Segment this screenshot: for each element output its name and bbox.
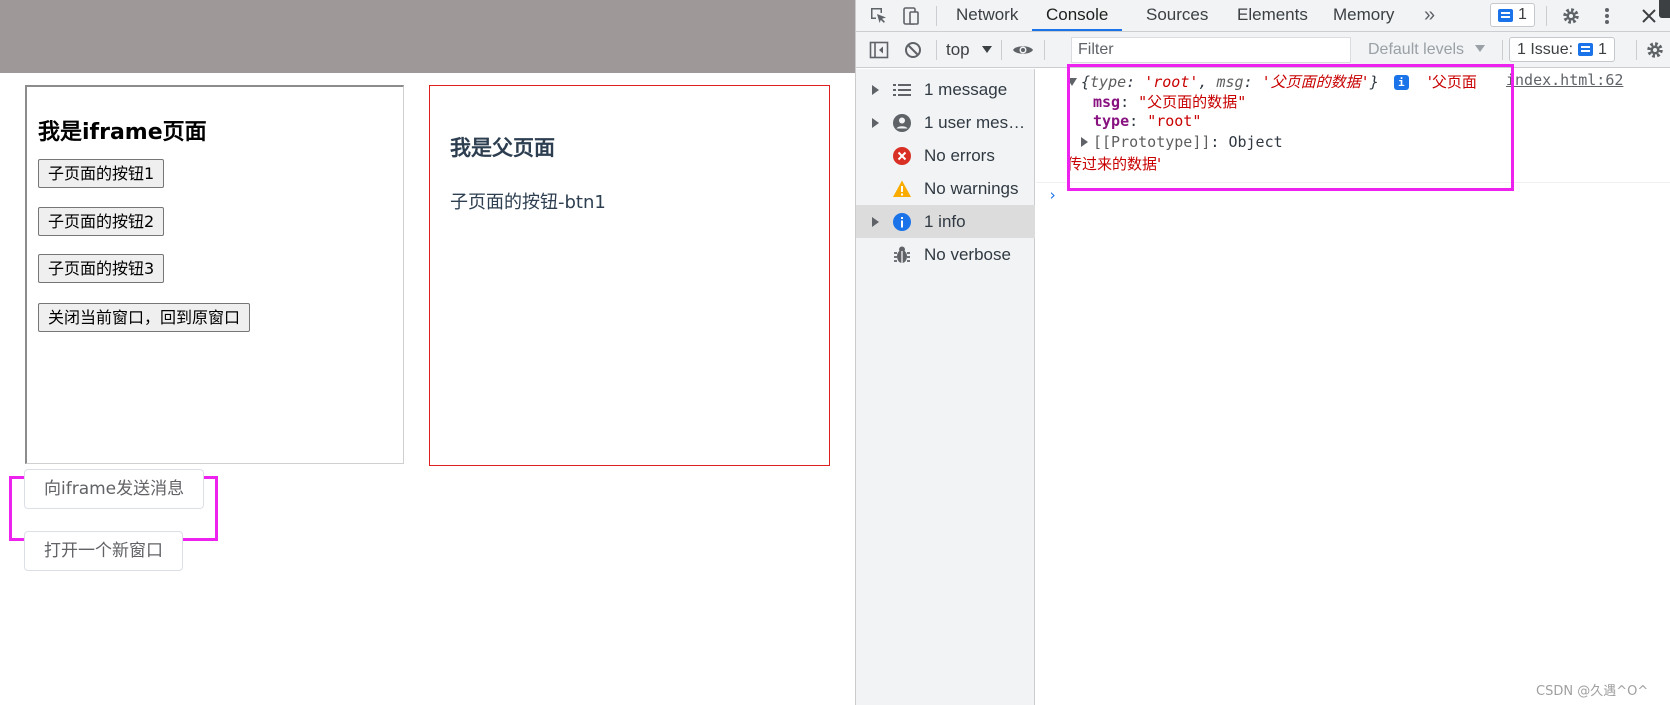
child-button-2[interactable]: 子页面的按钮2 xyxy=(38,207,165,236)
parent-message: 子页面的按钮-btn1 xyxy=(450,192,606,213)
error-icon xyxy=(892,146,912,166)
tabbar-separator xyxy=(936,6,937,26)
gear-icon[interactable] xyxy=(1556,0,1586,31)
open-new-window-button[interactable]: 打开一个新窗口 xyxy=(24,531,183,571)
expand-arrow-icon xyxy=(872,84,879,95)
issues-button[interactable]: 1 Issue: 1 xyxy=(1509,37,1615,62)
toolbar-separator xyxy=(1044,40,1045,60)
sidebar-toggle-icon[interactable] xyxy=(866,32,892,68)
send-to-iframe-button[interactable]: 向iframe发送消息 xyxy=(24,469,205,509)
console-sidebar: 1 message 1 user messa... No errors No w… xyxy=(856,69,1035,705)
tab-elements[interactable]: Elements xyxy=(1237,0,1308,31)
expand-arrow-icon xyxy=(872,117,879,128)
sidebar-item-label: 1 info xyxy=(924,211,966,231)
warning-icon xyxy=(892,179,912,199)
bug-icon xyxy=(892,245,912,265)
more-options-icon[interactable] xyxy=(1594,0,1620,31)
sidebar-item-errors[interactable]: No errors xyxy=(856,139,1035,172)
sidebar-item-label: No warnings xyxy=(924,178,1019,198)
console-output: {type: 'root', msg: '父页面的数据'} i '父页面 ind… xyxy=(1036,64,1670,705)
tab-sources[interactable]: Sources xyxy=(1146,0,1208,31)
log-levels-label: Default levels xyxy=(1368,41,1465,58)
sidebar-item-label: No errors xyxy=(924,145,995,165)
dropdown-arrow-icon xyxy=(1474,45,1485,52)
tabbar-separator xyxy=(1546,6,1547,26)
parent-title: 我是父页面 xyxy=(450,136,555,160)
eye-icon[interactable] xyxy=(1008,32,1038,68)
devtools-tabbar: Network Console Sources Elements Memory … xyxy=(856,0,1670,32)
console-log-entry: {type: 'root', msg: '父页面的数据'} i '父页面 ind… xyxy=(1036,64,1670,191)
child-button-1[interactable]: 子页面的按钮1 xyxy=(38,159,165,188)
inspect-element-icon[interactable] xyxy=(864,0,894,31)
filter-input[interactable] xyxy=(1071,37,1351,63)
sidebar-item-warnings[interactable]: No warnings xyxy=(856,172,1035,205)
dropdown-arrow-icon xyxy=(982,46,993,53)
log-levels-dropdown[interactable]: Default levels xyxy=(1368,32,1485,68)
source-link[interactable]: index.html:62 xyxy=(1506,71,1623,89)
page-header-bar xyxy=(0,0,855,73)
list-icon xyxy=(892,80,912,100)
tab-console[interactable]: Console xyxy=(1032,0,1123,31)
info-icon xyxy=(892,212,912,232)
sidebar-item-messages[interactable]: 1 message xyxy=(856,73,1035,106)
issues-count: 1 xyxy=(1598,40,1607,58)
issue-chat-icon xyxy=(1578,43,1594,56)
devtools-panel: Network Console Sources Elements Memory … xyxy=(855,0,1670,705)
chat-icon xyxy=(1498,8,1513,22)
device-toolbar-icon[interactable] xyxy=(896,0,926,31)
console-toolbar: top Default levels 1 Issue: 1 xyxy=(856,32,1670,68)
sidebar-item-label: No verbose xyxy=(924,244,1011,264)
tab-network[interactable]: Network xyxy=(956,0,1018,31)
tab-memory[interactable]: Memory xyxy=(1333,0,1394,31)
sidebar-item-label: 1 user messa... xyxy=(924,112,1032,132)
sidebar-item-user-messages[interactable]: 1 user messa... xyxy=(856,106,1035,139)
close-icon[interactable] xyxy=(1638,0,1660,31)
context-label: top xyxy=(946,40,970,59)
user-icon xyxy=(892,113,912,133)
highlight-box-console xyxy=(1067,64,1514,191)
more-tabs-chevron-icon[interactable]: » xyxy=(1424,0,1435,31)
toolbar-separator xyxy=(936,40,937,60)
iframe-container: 我是iframe页面 子页面的按钮1 子页面的按钮2 子页面的按钮3 关闭当前窗… xyxy=(25,85,404,464)
iframe-title: 我是iframe页面 xyxy=(38,120,207,145)
messages-count: 1 xyxy=(1518,6,1527,23)
sidebar-item-label: 1 message xyxy=(924,79,1008,99)
screen: 我是iframe页面 子页面的按钮1 子页面的按钮2 子页面的按钮3 关闭当前窗… xyxy=(0,0,1670,705)
issues-label: 1 Issue: xyxy=(1517,40,1574,58)
parent-page-panel: 我是父页面 子页面的按钮-btn1 xyxy=(429,85,830,466)
toolbar-separator xyxy=(1636,40,1637,60)
console-settings-gear-icon[interactable] xyxy=(1642,32,1668,68)
sidebar-item-info[interactable]: 1 info xyxy=(856,205,1035,238)
watermark: CSDN @久遇^O^ xyxy=(1536,684,1649,699)
child-button-3[interactable]: 子页面的按钮3 xyxy=(38,254,165,283)
sidebar-item-verbose[interactable]: No verbose xyxy=(856,238,1035,271)
messages-badge[interactable]: 1 xyxy=(1490,3,1535,27)
toolbar-separator xyxy=(1502,40,1503,60)
toolbar-separator xyxy=(1001,40,1002,60)
clear-console-icon[interactable] xyxy=(900,32,926,68)
window-edge xyxy=(1659,0,1670,18)
close-window-button[interactable]: 关闭当前窗口，回到原窗口 xyxy=(38,303,251,332)
console-prompt-chevron-icon[interactable]: › xyxy=(1048,186,1057,204)
expand-arrow-icon xyxy=(872,216,879,227)
context-selector[interactable]: top xyxy=(946,32,993,68)
web-page: 我是iframe页面 子页面的按钮1 子页面的按钮2 子页面的按钮3 关闭当前窗… xyxy=(0,0,855,705)
